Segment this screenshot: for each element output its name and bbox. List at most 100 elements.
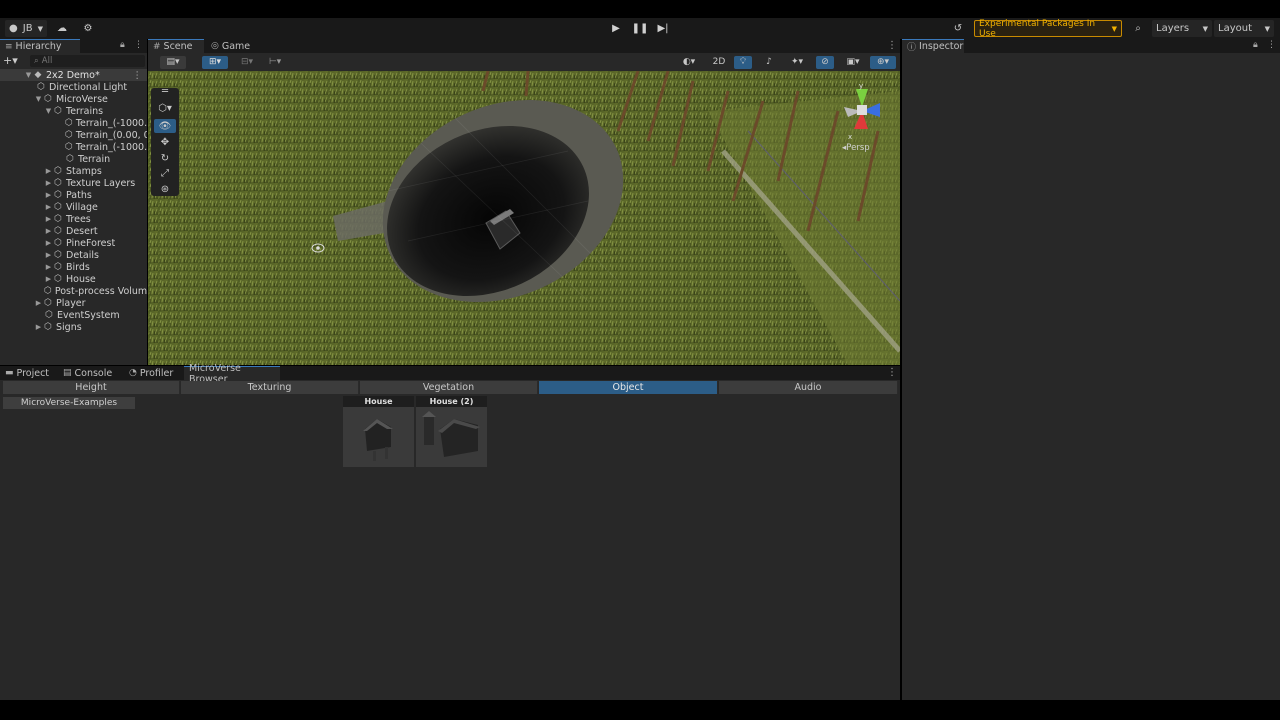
hierarchy-item[interactable]: ▶ ⬡ Player [34,297,86,309]
expand-arrow-icon[interactable]: ▶ [34,323,43,331]
tool-handle-dropdown[interactable]: ▤▾ [160,56,186,69]
more-options-icon[interactable]: ⋮ [887,40,897,51]
tab-project[interactable]: ▬ Project [0,366,56,380]
lighting-toggle-icon[interactable]: 💡︎ [734,56,752,69]
hierarchy-item[interactable]: ▶ ⬡ House [44,273,96,285]
hierarchy-item[interactable]: ▶ ⬡ Paths [44,189,92,201]
step-button[interactable]: ▶| [653,20,673,37]
tab-profiler[interactable]: ◔ Profiler [124,366,178,380]
2d-toggle[interactable]: 2D [708,56,730,69]
hierarchy-item[interactable]: ▶ ⬡ Desert [44,225,98,237]
tab-inspector[interactable]: ⓘ Inspector [902,39,964,53]
history-icon[interactable]: ↺ [950,20,966,37]
gameobject-icon: ⬡ [45,310,53,320]
tab-microverse-browser[interactable]: MicroVerse Browser [184,363,280,385]
search-icon[interactable]: ⌕ [1130,20,1146,37]
tab-scene[interactable]: # Scene [148,39,204,53]
category-object-tab[interactable]: Object [539,381,718,394]
gizmos-dropdown[interactable]: ⊕▾ [870,56,896,69]
item-label: Signs [56,321,82,333]
scale-tool-icon[interactable]: ⤢ [154,166,176,180]
hierarchy-item[interactable]: ▼ ⬡ Terrains [44,105,103,117]
play-button[interactable]: ▶ [606,20,626,37]
expand-arrow-icon[interactable]: ▶ [44,227,53,235]
scene-tabbar: # Scene ◎ Game ⋮ [148,39,900,53]
expand-arrow-icon[interactable]: ▶ [34,299,43,307]
expand-arrow-icon[interactable]: ▶ [44,203,53,211]
more-options-icon[interactable]: ⋮ [134,40,143,50]
hierarchy-item[interactable]: ⬡ Terrain [65,153,110,165]
hierarchy-item[interactable]: ▶ ⬡ Details [44,249,99,261]
collab-icon[interactable]: ⚙ [80,20,96,37]
view-tool-eye-icon[interactable]: 👁︎ [154,119,176,133]
asset-house-2[interactable]: House (2) [416,396,487,467]
gameobject-icon: ⬡ [54,262,62,272]
more-options-icon[interactable]: ⋮ [1267,40,1276,50]
more-options-icon[interactable]: ⋮ [887,367,897,378]
orientation-gizmo[interactable]: y x [836,81,892,141]
camera-dropdown[interactable]: ▣▾ [840,56,866,69]
rotate-tool-icon[interactable]: ↻ [154,151,176,165]
hidden-objects-icon[interactable]: ⊘ [816,56,834,69]
expand-arrow-icon[interactable]: ▶ [44,191,53,199]
hierarchy-search-input[interactable]: ⌕ All [30,55,145,67]
hierarchy-item[interactable]: ⬡ Terrain_(0.00, 0 [65,129,147,141]
tab-hierarchy[interactable]: ≡ Hierarchy [0,39,80,53]
layout-dropdown[interactable]: Layout ▼ [1214,20,1274,37]
hierarchy-item[interactable]: ⬡ Post-process Volume [44,285,147,297]
category-height-tab[interactable]: Height [3,381,180,394]
hierarchy-item[interactable]: ▶ ⬡ Village [44,201,98,213]
effects-dropdown[interactable]: ✦▾ [784,56,810,69]
cloud-icon[interactable]: ☁ [54,20,70,37]
hierarchy-item[interactable]: ▶ ⬡ Trees [44,213,91,225]
item-label: MicroVerse [56,93,108,105]
layers-dropdown[interactable]: Layers ▼ [1152,20,1212,37]
grid-snap-dropdown[interactable]: ⊞▾ [202,56,228,69]
hierarchy-item[interactable]: ▶ ⬡ PineForest [44,237,115,249]
more-options-icon[interactable]: ⋮ [133,70,143,81]
hierarchy-item[interactable]: ▶ ⬡ Texture Layers [44,177,135,189]
hierarchy-item[interactable]: ▼ ⬡ MicroVerse [34,93,108,105]
perspective-label[interactable]: ◂Persp [842,143,870,153]
pause-button[interactable]: ❚❚ [630,20,650,37]
expand-arrow-icon[interactable]: ▶ [44,263,53,271]
account-dropdown[interactable]: ● JB ▼ [5,20,47,37]
drag-handle-icon[interactable]: ═ [154,86,176,97]
gameobject-icon: ⬡ [44,322,52,332]
expand-arrow-icon[interactable]: ▶ [44,167,53,175]
increment-snap-dropdown[interactable]: ⊟▾ [234,56,260,69]
expand-arrow-icon[interactable]: ▶ [44,179,53,187]
expand-arrow-icon[interactable]: ▶ [44,275,53,283]
scene-viewport[interactable]: ═ ⬡▾ 👁︎ ✥ ↻ ⤢ ▭ ⊛ y x ◂Persp [148,71,900,365]
scene-row[interactable]: ▼ ◆ 2x2 Demo* ⋮ [0,69,147,81]
hierarchy-item[interactable]: ▶ ⬡ Signs [34,321,82,333]
lock-icon[interactable]: 🔒︎ [1253,40,1258,50]
expand-arrow-icon[interactable]: ▶ [44,239,53,247]
expand-arrow-icon[interactable]: ▶ [44,251,53,259]
align-dropdown[interactable]: ⊢▾ [262,56,288,69]
hierarchy-item[interactable]: ▶ ⬡ Birds [44,261,90,273]
hierarchy-item[interactable]: ⬡ EventSystem [44,309,120,321]
category-audio-tab[interactable]: Audio [719,381,898,394]
experimental-packages-button[interactable]: Experimental Packages In Use ▼ [974,19,1122,39]
expand-arrow-icon[interactable]: ▶ [44,215,53,223]
expand-arrow-icon[interactable]: ▼ [34,95,43,103]
tab-game[interactable]: ◎ Game [206,39,256,53]
view-tool-dropdown[interactable]: ⬡▾ [154,101,176,115]
add-button[interactable]: +▾ [3,55,23,67]
category-texturing-tab[interactable]: Texturing [181,381,359,394]
shading-mode-dropdown[interactable]: ◐▾ [676,56,702,69]
lock-icon[interactable]: 🔒︎ [120,40,125,50]
category-vegetation-tab[interactable]: Vegetation [360,381,538,394]
transform-tool-icon[interactable]: ⊛ [154,182,176,196]
asset-house[interactable]: House [343,396,414,467]
folder-microverse-examples[interactable]: MicroVerse-Examples [3,397,135,409]
expand-arrow-icon[interactable]: ▼ [44,107,53,115]
hierarchy-item[interactable]: ⬡ Terrain_(-1000.0 [65,117,147,129]
tab-console[interactable]: ▤ Console [58,366,118,380]
hierarchy-item[interactable]: ▶ ⬡ Stamps [44,165,102,177]
audio-toggle-icon[interactable]: ♪ [760,56,778,69]
hierarchy-item[interactable]: ⬡ Directional Light [36,81,127,93]
hierarchy-item[interactable]: ⬡ Terrain_(-1000.0 [65,141,147,153]
move-tool-icon[interactable]: ✥ [154,135,176,149]
